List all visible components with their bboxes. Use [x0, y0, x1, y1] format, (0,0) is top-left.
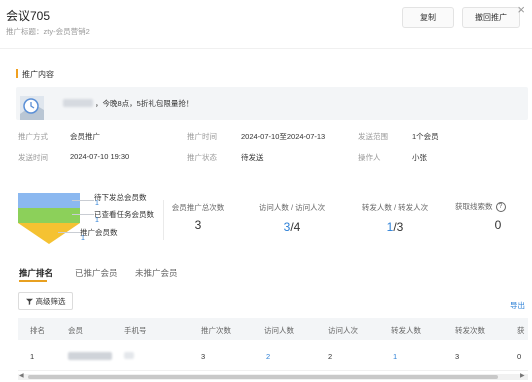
info-value-send-time: 2024-07-10 19:30	[70, 152, 130, 161]
section-accent-bar	[16, 69, 18, 78]
funnel-level-3	[18, 223, 80, 244]
funnel-value-2: 1	[95, 217, 99, 224]
cell-forwards: 3	[455, 352, 460, 361]
cell-rank: 1	[30, 352, 35, 361]
info-label-scope: 发送范围	[358, 132, 388, 141]
funnel-connector-1	[72, 200, 94, 201]
export-link[interactable]: 导出	[510, 300, 525, 311]
info-label-time: 推广时间	[187, 132, 217, 141]
funnel-level-1	[18, 193, 80, 208]
funnel-label-1: 待下发总会员数	[94, 193, 147, 202]
info-value-status: 待发送	[241, 153, 264, 162]
stat-value-total: 3	[194, 218, 202, 232]
scrollbar-thumb[interactable]	[28, 375, 498, 379]
stat-value-forwards: 1/3	[386, 220, 404, 234]
stat-label-total: 会员推广总次数	[171, 203, 225, 212]
funnel-label-2: 已查看任务会员数	[94, 210, 154, 219]
th-promo-count[interactable]: 推广次数	[201, 325, 231, 336]
scroll-right-icon[interactable]: ▶	[520, 372, 525, 379]
promotion-subtitle: 推广标题：zty-会员营销2	[6, 27, 90, 36]
section-title: 推广内容	[22, 70, 54, 79]
stat-label-leads: 获取线索数	[455, 202, 493, 211]
filter-label: 高级筛选	[35, 296, 66, 306]
stat-label-visits: 访问人数 / 访问人次	[258, 203, 326, 212]
advanced-filter-button[interactable]: 高级筛选	[18, 292, 73, 310]
header-divider	[0, 48, 532, 49]
stat-label-forwards: 转发人数 / 转发人次	[361, 203, 429, 212]
info-value-operator: 小张	[412, 153, 427, 162]
th-forwarders[interactable]: 转发人数	[391, 325, 421, 336]
scroll-left-icon[interactable]: ◀	[19, 372, 24, 379]
stat-label-leads-wrap: 获取线索数 ?	[455, 201, 506, 212]
filter-icon	[25, 298, 33, 305]
info-label-send-time: 发送时间	[18, 153, 48, 162]
th-phone[interactable]: 手机号	[124, 325, 147, 336]
clock-avatar-icon	[20, 96, 44, 120]
cell-member-blurred[interactable]	[68, 352, 112, 360]
funnel-connector-2	[72, 214, 94, 215]
stat-value-leads: 0	[494, 218, 502, 232]
active-tab-underline	[19, 280, 47, 282]
cell-phone-blurred	[124, 352, 134, 359]
message-text: ，今晚8点，5折礼包限量抢！	[95, 99, 194, 108]
th-forwards[interactable]: 转发次数	[455, 325, 485, 336]
copy-button[interactable]: 复制	[402, 7, 454, 28]
info-value-method: 会员推广	[70, 132, 100, 141]
cell-forwarders[interactable]: 1	[393, 352, 397, 361]
info-value-time: 2024-07-10至2024-07-13	[241, 132, 326, 141]
funnel-level-2	[18, 208, 80, 223]
info-label-method: 推广方式	[18, 132, 48, 141]
th-visits[interactable]: 访问人次	[328, 325, 358, 336]
funnel-label-3: 推广会员数	[80, 228, 118, 237]
cell-visits: 2	[328, 352, 333, 361]
info-value-scope: 1个会员	[412, 132, 439, 141]
th-visitors[interactable]: 访问人数	[264, 325, 294, 336]
blurred-member-name	[63, 99, 93, 107]
withdraw-promotion-button[interactable]: 撤回推广	[462, 7, 520, 28]
help-icon[interactable]: ?	[495, 201, 506, 212]
th-rank[interactable]: 排名	[30, 325, 45, 336]
th-leads-truncated[interactable]: 获	[517, 325, 525, 336]
tab-promoted-members[interactable]: 已推广会员	[75, 267, 118, 279]
th-member[interactable]: 会员	[68, 325, 83, 336]
promotion-funnel	[18, 193, 80, 249]
info-label-status: 推广状态	[187, 153, 217, 162]
page-title: 会议705	[6, 9, 51, 23]
info-label-operator: 操作人	[358, 153, 381, 162]
row-divider	[18, 370, 528, 371]
cell-promo-count: 3	[201, 352, 206, 361]
cell-visitors[interactable]: 2	[266, 352, 270, 361]
close-icon[interactable]: ×	[517, 3, 525, 16]
funnel-connector-3	[58, 232, 80, 233]
tab-unpromoted-members[interactable]: 未推广会员	[135, 267, 178, 279]
tab-ranking[interactable]: 推广排名	[19, 267, 53, 279]
stat-value-visits: 3/4	[283, 220, 301, 234]
funnel-value-1: 1	[95, 200, 99, 207]
funnel-value-3: 1	[81, 235, 85, 242]
cell-leads: 0	[517, 352, 522, 361]
